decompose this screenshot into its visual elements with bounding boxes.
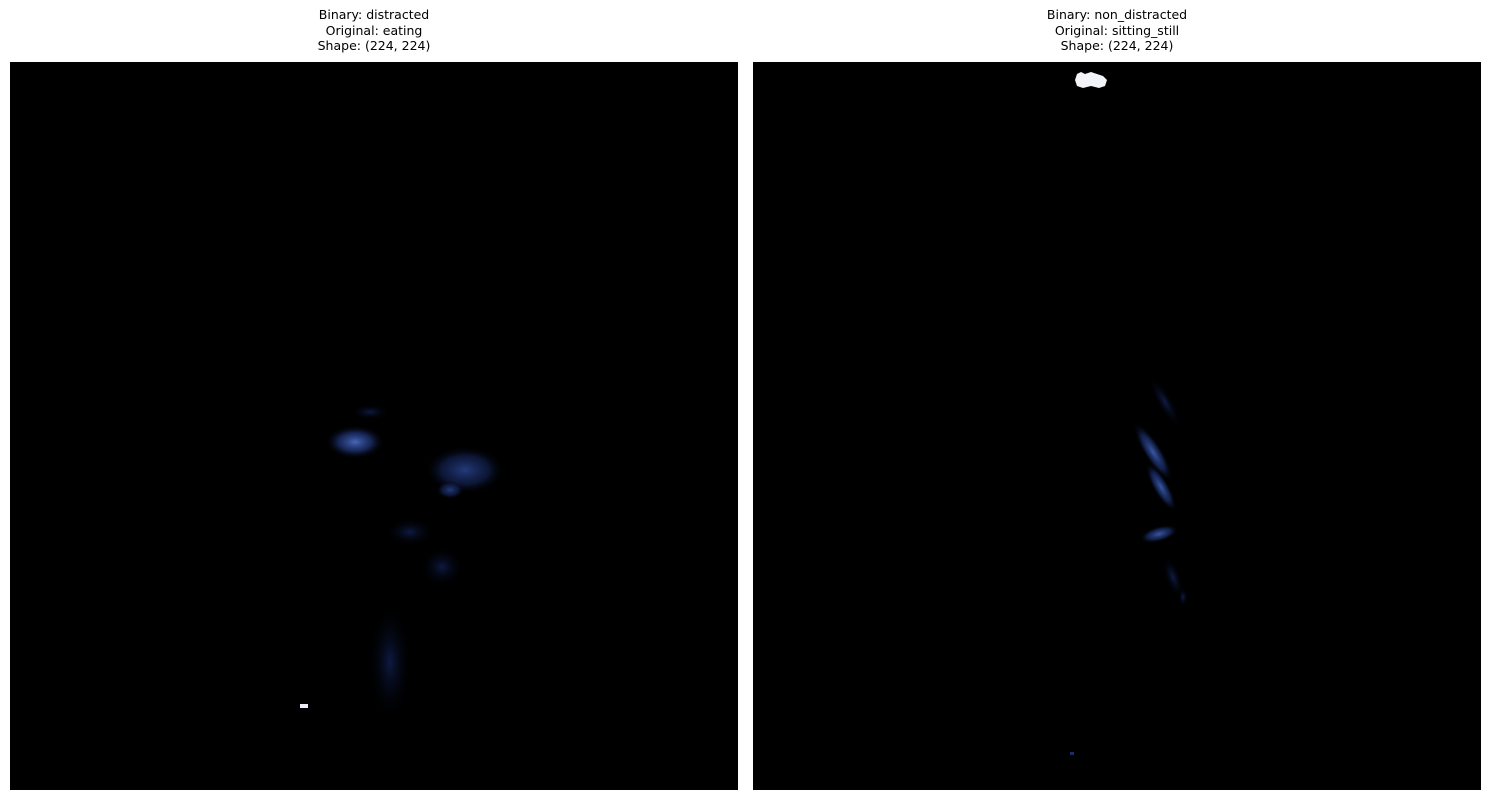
- panel-title: Binary: distracted Original: eating Shap…: [10, 7, 738, 54]
- binary-label: Binary: distracted: [318, 7, 430, 22]
- shadow-blob: [420, 547, 464, 587]
- shape-label: Shape: (224, 224): [1060, 38, 1174, 53]
- binary-label: Binary: non_distracted: [1046, 7, 1188, 22]
- dark-image-eating: [10, 62, 738, 790]
- white-speck: [300, 704, 308, 708]
- shape-label: Shape: (224, 224): [317, 38, 431, 53]
- shadow-blob: [368, 602, 412, 722]
- original-label: Original: eating: [325, 22, 423, 38]
- shadow-blob: [350, 404, 390, 420]
- dark-image-sitting-still: [753, 62, 1481, 790]
- panel-title: Binary: non_distracted Original: sitting…: [753, 7, 1481, 54]
- original-label: Original: sitting_still: [1054, 22, 1180, 38]
- image-panel-left: Binary: distracted Original: eating Shap…: [10, 0, 738, 799]
- shadow-blob: [1178, 587, 1188, 607]
- image-panel-right: Binary: non_distracted Original: sitting…: [753, 0, 1481, 799]
- highlight-blob: [436, 481, 464, 499]
- shadow-blob: [385, 518, 435, 546]
- highlight-blob: [325, 425, 385, 459]
- dim-speck: [1070, 752, 1074, 755]
